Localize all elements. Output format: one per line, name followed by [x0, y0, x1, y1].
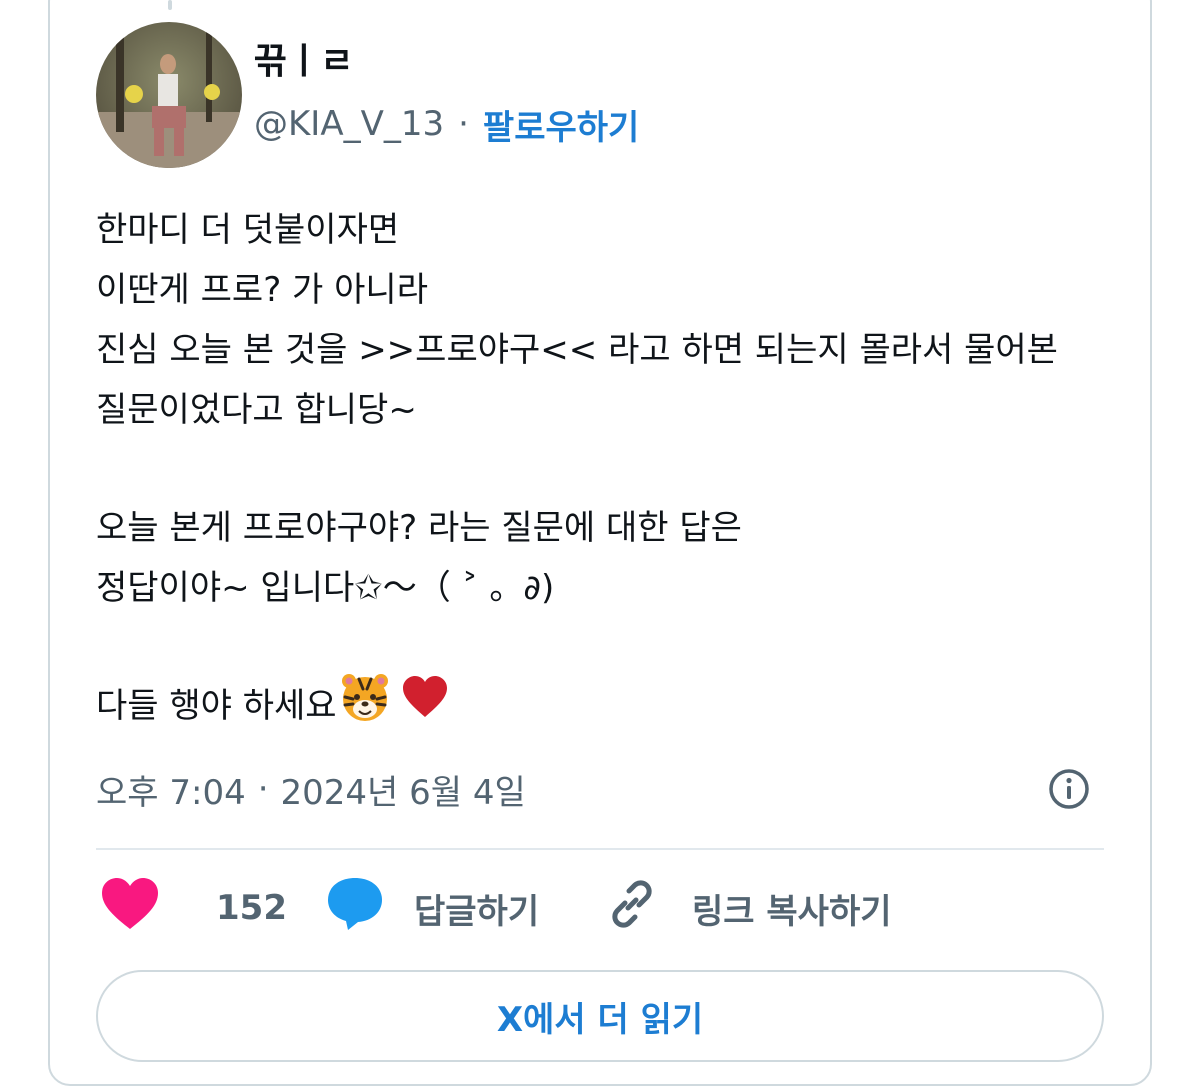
timestamp-separator: ·: [257, 769, 269, 809]
tweet-timestamp[interactable]: 오후 7:04 · 2024년 6월 4일: [96, 764, 526, 814]
red-heart-emoji: [401, 675, 449, 738]
reply-label: 답글하기: [414, 891, 540, 932]
tweet-line: 진심 오늘 본 것을 >>프로야구<< 라고 하면 되는지 몰라서 물어본: [96, 330, 1058, 370]
avatar[interactable]: [96, 22, 242, 168]
heart-icon: [100, 877, 160, 940]
reply-button[interactable]: 답글하기: [326, 877, 540, 936]
like-count: 152: [216, 888, 287, 928]
tweet-line-last: 다들 행야 하세요: [96, 673, 1116, 738]
thread-connector: [168, 0, 172, 10]
tweet-text: 한마디 더 덧붙이자면 이딴게 프로? 가 아니라 진심 오늘 본 것을 >>프…: [96, 200, 1116, 736]
tweet-line: 질문이었다고 합니당~: [96, 390, 417, 430]
tweet-line: 오늘 본게 프로야구야? 라는 질문에 대한 답은: [96, 508, 742, 548]
link-icon: [604, 876, 660, 941]
avatar-image: [96, 22, 242, 168]
tweet-line: 정답이야~ 입니다✩〜（ ˃ 。∂): [96, 568, 555, 608]
tweet-line-text: 다들 행야 하세요: [96, 686, 337, 726]
copy-link-button[interactable]: 링크 복사하기: [604, 879, 892, 936]
divider: [96, 848, 1104, 850]
author-handle-row: @KIA_V_13 · 팔로우하기: [254, 98, 639, 150]
info-icon[interactable]: [1048, 768, 1090, 810]
copy-link-label: 링크 복사하기: [692, 891, 892, 932]
tweet-line: 한마디 더 덧붙이자면: [96, 210, 400, 250]
read-more-button[interactable]: X에서 더 읽기: [96, 970, 1104, 1062]
tweet-line: 이딴게 프로? 가 아니라: [96, 270, 428, 310]
reply-bubble-icon: [326, 876, 384, 941]
tweet-time: 오후 7:04: [96, 772, 246, 813]
tiger-face-emoji: [339, 671, 391, 742]
tweet-date: 2024년 6월 4일: [280, 772, 526, 813]
author-display-name[interactable]: 끆ㅣㄹ: [254, 38, 353, 86]
like-button[interactable]: 152: [100, 877, 287, 936]
handle-separator: ·: [458, 104, 469, 144]
follow-button[interactable]: 팔로우하기: [483, 100, 639, 149]
author-handle[interactable]: @KIA_V_13: [254, 104, 444, 144]
